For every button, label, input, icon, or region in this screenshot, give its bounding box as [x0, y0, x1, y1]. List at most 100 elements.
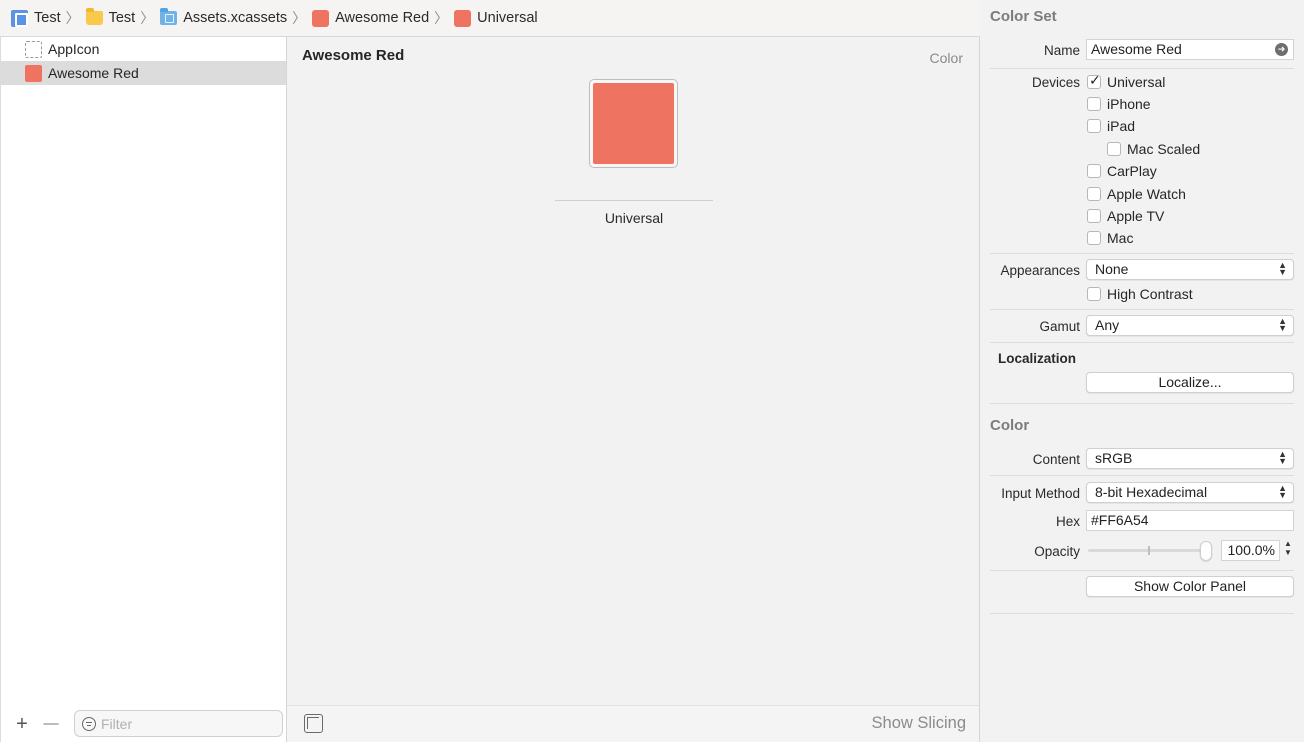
asset-canvas: Awesome Red Color Universal Show Slicing — [287, 37, 980, 742]
checkbox-label: Mac Scaled — [1127, 141, 1201, 157]
checkbox-label: Apple Watch — [1107, 186, 1186, 202]
breadcrumb-item-color-set[interactable]: Awesome Red — [312, 6, 429, 30]
up-down-chevron-icon: ▲ ▼ — [1278, 449, 1287, 466]
checkbox-mac-scaled[interactable]: Mac Scaled — [1107, 141, 1200, 157]
up-down-chevron-icon: ▲ ▼ — [1278, 260, 1287, 277]
localization-label: Localization — [998, 351, 1077, 366]
content-label: Content — [1032, 452, 1080, 467]
asset-list-toolbar: + — — [1, 705, 287, 742]
checkbox-label: Mac — [1107, 230, 1134, 246]
color-set-icon — [312, 9, 330, 27]
checkbox-mac[interactable]: Mac — [1087, 230, 1133, 246]
add-asset-button[interactable]: + — [13, 714, 31, 734]
remove-asset-button[interactable]: — — [42, 715, 60, 733]
checkbox-checked-icon — [1087, 72, 1101, 89]
localize-button[interactable]: Localize... — [1086, 372, 1294, 393]
opacity-field[interactable]: 100.0% — [1221, 540, 1280, 561]
swatch-divider — [555, 200, 713, 201]
divider — [990, 309, 1294, 310]
checkbox-icon — [1087, 119, 1101, 133]
divider — [990, 475, 1294, 476]
breadcrumb-item-project[interactable]: Test — [11, 6, 61, 30]
chevron-right-icon: 〉 — [292, 10, 307, 26]
chevron-right-icon: 〉 — [434, 10, 449, 26]
show-slicing-button[interactable]: Show Slicing — [872, 714, 966, 733]
checkbox-carplay[interactable]: CarPlay — [1087, 163, 1157, 179]
divider — [990, 342, 1294, 343]
checkbox-label: iPhone — [1107, 96, 1151, 112]
asset-catalog-icon — [160, 8, 178, 25]
checkbox-high-contrast[interactable]: High Contrast — [1087, 286, 1193, 302]
color-swatch-icon — [454, 9, 472, 27]
hex-value: #FF6A54 — [1091, 512, 1149, 528]
canvas-toolbar: Show Slicing — [287, 705, 979, 742]
swatch-label: Universal — [604, 210, 664, 226]
checkbox-iphone[interactable]: iPhone — [1087, 96, 1151, 112]
slicing-toggle-icon[interactable] — [304, 714, 323, 733]
divider — [990, 570, 1294, 571]
color-swatch-well[interactable] — [589, 79, 678, 168]
appearances-label: Appearances — [1000, 263, 1080, 278]
checkbox-label: iPad — [1107, 118, 1136, 134]
show-color-panel-button[interactable]: Show Color Panel — [1086, 576, 1294, 597]
name-value: Awesome Red — [1091, 41, 1182, 57]
breadcrumb-item-assets[interactable]: Assets.xcassets — [160, 6, 287, 30]
breadcrumb-label: Awesome Red — [335, 10, 430, 26]
gamut-label: Gamut — [1039, 319, 1080, 334]
gamut-value: Any — [1095, 317, 1120, 333]
checkbox-label: High Contrast — [1107, 286, 1193, 302]
appearances-popup[interactable]: None ▲ ▼ — [1086, 259, 1294, 280]
checkbox-label: Universal — [1107, 74, 1166, 90]
opacity-slider-tick — [1148, 546, 1150, 555]
checkbox-icon — [1087, 209, 1101, 223]
asset-list: AppIcon Awesome Red + — — [0, 37, 287, 742]
xcode-asset-catalog-window: Test 〉 Test 〉 Assets.xcassets 〉 Awesome … — [0, 0, 1304, 742]
checkbox-icon — [1087, 231, 1101, 245]
list-item-awesome-red[interactable]: Awesome Red — [1, 61, 286, 85]
hex-label: Hex — [1055, 514, 1080, 529]
checkbox-apple-watch[interactable]: Apple Watch — [1087, 186, 1186, 202]
input-method-value: 8-bit Hexadecimal — [1095, 484, 1208, 500]
attributes-inspector: Color Set Name Awesome Red ➜ Devices Uni… — [981, 0, 1304, 742]
name-field[interactable]: Awesome Red ➜ — [1086, 39, 1294, 60]
opacity-slider-thumb[interactable] — [1200, 541, 1212, 561]
opacity-stepper[interactable]: ▲ ▼ — [1282, 539, 1294, 561]
filter-field[interactable] — [74, 710, 283, 737]
checkbox-ipad[interactable]: iPad — [1087, 118, 1135, 134]
hex-field[interactable]: #FF6A54 — [1086, 510, 1294, 531]
list-item-label: AppIcon — [48, 41, 100, 57]
stepper-down-icon[interactable]: ▼ — [1284, 548, 1292, 557]
asset-kind-label: Color — [929, 50, 963, 66]
checkbox-universal[interactable]: Universal — [1087, 72, 1166, 90]
appearances-value: None — [1095, 261, 1129, 277]
breadcrumb: Test 〉 Test 〉 Assets.xcassets 〉 Awesome … — [0, 0, 980, 37]
checkbox-label: CarPlay — [1107, 163, 1157, 179]
stepper-up-icon[interactable]: ▲ — [1284, 539, 1292, 548]
gamut-popup[interactable]: Any ▲ ▼ — [1086, 315, 1294, 336]
checkbox-apple-tv[interactable]: Apple TV — [1087, 208, 1164, 224]
list-item-appicon[interactable]: AppIcon — [1, 37, 286, 61]
up-down-chevron-icon: ▲ ▼ — [1278, 483, 1287, 500]
breadcrumb-label: Assets.xcassets — [183, 10, 288, 26]
opacity-label: Opacity — [1034, 544, 1080, 559]
appicon-placeholder-icon — [25, 40, 42, 58]
checkbox-icon — [1087, 287, 1101, 301]
input-method-popup[interactable]: 8-bit Hexadecimal ▲ ▼ — [1086, 482, 1294, 503]
folder-icon — [85, 8, 103, 25]
filter-input[interactable] — [101, 715, 271, 732]
arrow-right-circle-icon[interactable]: ➜ — [1275, 43, 1288, 56]
checkbox-label: Apple TV — [1107, 208, 1165, 224]
breadcrumb-label: Test — [108, 10, 136, 26]
filter-icon — [82, 717, 96, 731]
checkbox-icon — [1107, 142, 1121, 156]
divider — [990, 613, 1294, 614]
color-swatch-fill — [593, 83, 674, 164]
breadcrumb-item-universal[interactable]: Universal — [454, 6, 538, 30]
content-popup[interactable]: sRGB ▲ ▼ — [1086, 448, 1294, 469]
breadcrumb-label: Test — [34, 10, 61, 26]
checkbox-icon — [1087, 187, 1101, 201]
canvas-title: Awesome Red — [302, 47, 405, 64]
divider — [990, 68, 1294, 69]
breadcrumb-label: Universal — [477, 10, 538, 26]
breadcrumb-item-folder[interactable]: Test — [85, 6, 136, 30]
